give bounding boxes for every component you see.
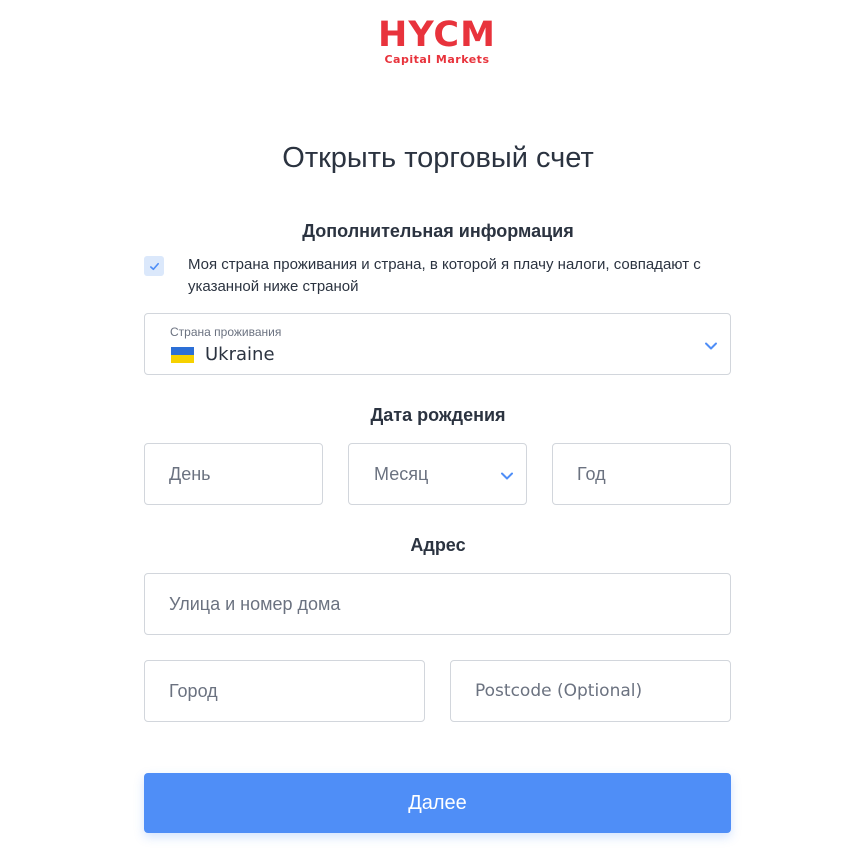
day-field (144, 443, 323, 505)
day-input[interactable] (145, 444, 322, 504)
city-field (144, 660, 425, 722)
additional-info-heading: Дополнительная информация (302, 221, 574, 241)
country-select-caption: Страна проживания (170, 325, 282, 339)
same-tax-country-label: Моя страна проживания и страна, в которо… (188, 256, 701, 295)
postcode-field (450, 660, 731, 722)
checkmark-icon (149, 262, 159, 270)
registration-page: HYCM Capital Markets Открыть торговый сч… (0, 0, 868, 865)
postcode-input[interactable] (451, 661, 730, 721)
month-select-placeholder: Месяц (374, 464, 429, 484)
chevron-down-icon (501, 472, 513, 480)
country-select-value: Ukraine (205, 344, 275, 365)
street-input[interactable] (145, 574, 730, 634)
street-field (144, 573, 731, 635)
brand-tagline: Capital Markets (384, 53, 490, 66)
page-title: Открыть торговый счет (282, 142, 594, 174)
address-heading: Адрес (410, 535, 466, 555)
ukraine-flag-icon (171, 347, 194, 363)
date-of-birth-heading: Дата рождения (370, 405, 506, 425)
chevron-down-icon (705, 342, 717, 350)
year-field (552, 443, 731, 505)
next-button[interactable]: Далее (144, 773, 731, 833)
city-input[interactable] (145, 661, 424, 721)
year-input[interactable] (553, 444, 730, 504)
month-select[interactable]: Месяц (348, 443, 527, 505)
brand-logo: HYCM Capital Markets (0, 15, 868, 67)
same-tax-country-checkbox[interactable] (144, 256, 164, 276)
country-select[interactable]: Страна проживания Ukraine (144, 313, 731, 375)
brand-name: HYCM (378, 15, 496, 55)
